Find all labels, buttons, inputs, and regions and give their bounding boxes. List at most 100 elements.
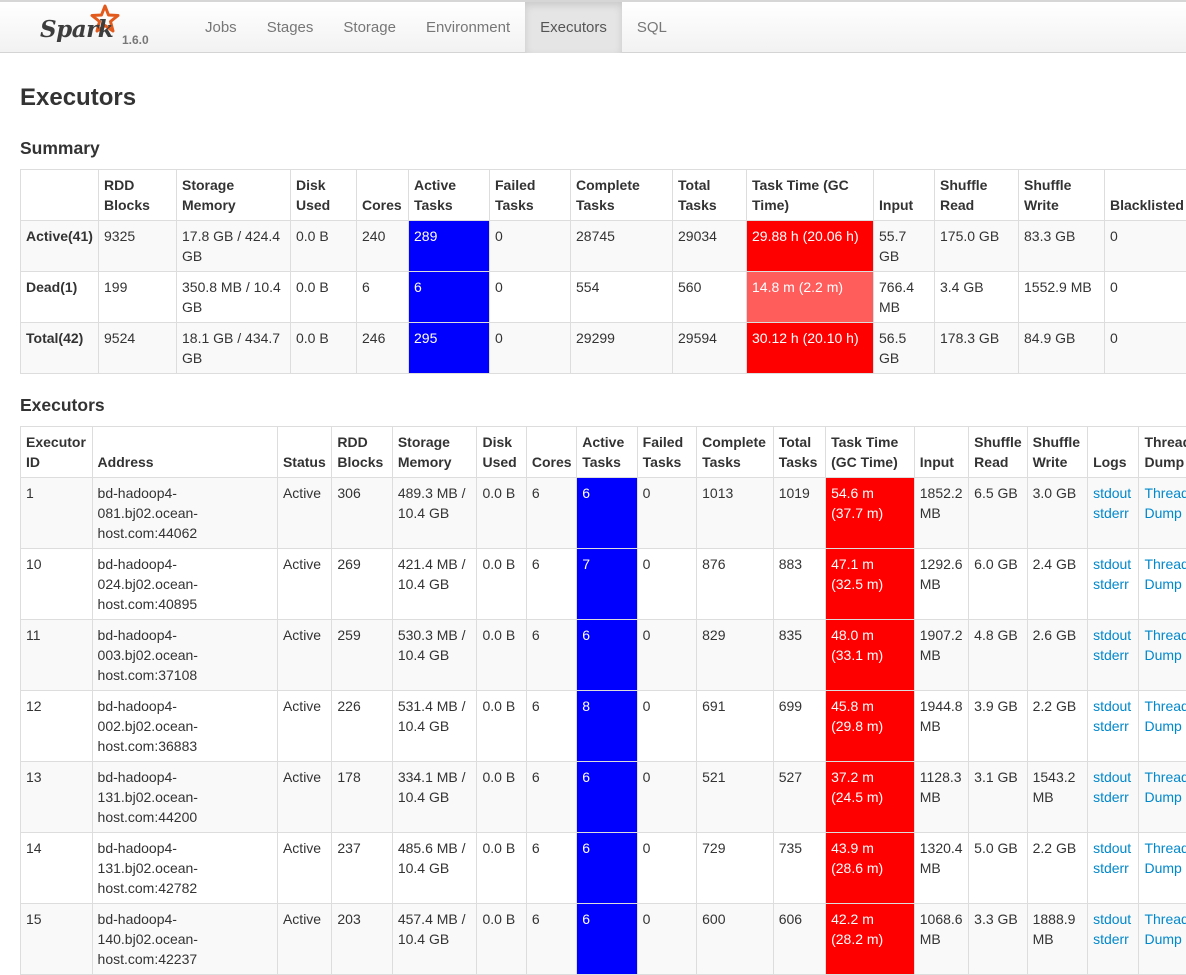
executors-col-header[interactable]: Storage Memory xyxy=(392,427,477,478)
executor-cell-active-tasks: 8 xyxy=(577,691,637,762)
summary-col-header[interactable]: Shuffle Read xyxy=(935,170,1019,221)
thread-dump-link[interactable]: Thread Dump xyxy=(1144,483,1184,523)
summary-header-row: RDD BlocksStorage MemoryDisk UsedCoresAc… xyxy=(21,170,1186,221)
summary-col-header[interactable]: Task Time (GC Time) xyxy=(747,170,874,221)
executor-cell-storage-memory: 489.3 MB / 10.4 GB xyxy=(392,478,477,549)
summary-col-header[interactable]: Storage Memory xyxy=(177,170,291,221)
stderr-link[interactable]: stderr xyxy=(1093,645,1133,665)
stderr-link[interactable]: stderr xyxy=(1093,503,1133,523)
nav-tab-environment[interactable]: Environment xyxy=(411,2,525,53)
executors-col-header[interactable]: Cores xyxy=(526,427,576,478)
executor-cell-id: 15 xyxy=(21,904,93,975)
spark-logo[interactable]: Spark 1.6.0 xyxy=(38,4,158,52)
executor-cell-total-tasks: 699 xyxy=(773,691,825,762)
nav-tab-jobs[interactable]: Jobs xyxy=(190,2,252,53)
nav-tab-storage[interactable]: Storage xyxy=(328,2,411,53)
executor-cell-shuffle-read: 6.0 GB xyxy=(969,549,1027,620)
executor-cell-shuffle-read: 4.8 GB xyxy=(969,620,1027,691)
executor-cell-shuffle-write: 2.4 GB xyxy=(1027,549,1087,620)
nav-tab-sql[interactable]: SQL xyxy=(622,2,682,53)
executors-col-header[interactable]: Input xyxy=(914,427,968,478)
summary-cell-blacklisted: 0 xyxy=(1105,272,1186,323)
stderr-link[interactable]: stderr xyxy=(1093,787,1133,807)
executor-cell-address: bd-hadoop4-024.bj02.ocean-host.com:40895 xyxy=(92,549,277,620)
executors-col-header[interactable]: Task Time (GC Time) xyxy=(826,427,915,478)
summary-col-header[interactable]: Disk Used xyxy=(291,170,357,221)
executors-col-header[interactable]: Status xyxy=(277,427,331,478)
executor-cell-thread-dump: Thread Dump xyxy=(1139,691,1186,762)
executor-cell-failed-tasks: 0 xyxy=(637,762,696,833)
stdout-link[interactable]: stdout xyxy=(1093,909,1133,929)
executors-col-header[interactable]: Shuffle Read xyxy=(969,427,1027,478)
stderr-link[interactable]: stderr xyxy=(1093,716,1133,736)
executor-cell-storage-memory: 531.4 MB / 10.4 GB xyxy=(392,691,477,762)
executor-cell-failed-tasks: 0 xyxy=(637,904,696,975)
stdout-link[interactable]: stdout xyxy=(1093,838,1133,858)
executor-cell-active-tasks: 6 xyxy=(577,478,637,549)
stderr-link[interactable]: stderr xyxy=(1093,574,1133,594)
executors-col-header[interactable]: Disk Used xyxy=(477,427,526,478)
stderr-link[interactable]: stderr xyxy=(1093,929,1133,949)
summary-cell-input: 766.4 MB xyxy=(874,272,935,323)
stdout-link[interactable]: stdout xyxy=(1093,625,1133,645)
executor-cell-input: 1320.4 MB xyxy=(914,833,968,904)
executors-col-header[interactable]: Logs xyxy=(1088,427,1139,478)
summary-col-header[interactable]: Failed Tasks xyxy=(490,170,571,221)
executor-cell-total-tasks: 835 xyxy=(773,620,825,691)
executor-cell-active-tasks: 6 xyxy=(577,762,637,833)
executor-cell-rdd-blocks: 259 xyxy=(332,620,392,691)
summary-col-header[interactable]: Complete Tasks xyxy=(571,170,673,221)
summary-col-header[interactable]: Input xyxy=(874,170,935,221)
thread-dump-link[interactable]: Thread Dump xyxy=(1144,838,1184,878)
thread-dump-link[interactable]: Thread Dump xyxy=(1144,554,1184,594)
executors-col-header[interactable]: Address xyxy=(92,427,277,478)
executors-col-header[interactable]: Complete Tasks xyxy=(697,427,774,478)
executor-cell-shuffle-write: 3.0 GB xyxy=(1027,478,1087,549)
summary-col-header[interactable]: RDD Blocks xyxy=(99,170,177,221)
summary-cell-label: Total(42) xyxy=(21,323,99,374)
executors-col-header[interactable]: RDD Blocks xyxy=(332,427,392,478)
stdout-link[interactable]: stdout xyxy=(1093,696,1133,716)
executor-cell-disk-used: 0.0 B xyxy=(477,762,526,833)
executors-col-header[interactable]: Active Tasks xyxy=(577,427,637,478)
executor-cell-disk-used: 0.0 B xyxy=(477,478,526,549)
summary-col-header[interactable] xyxy=(21,170,99,221)
executors-col-header[interactable]: Failed Tasks xyxy=(637,427,696,478)
executor-cell-failed-tasks: 0 xyxy=(637,833,696,904)
thread-dump-link[interactable]: Thread Dump xyxy=(1144,909,1184,949)
executor-cell-id: 12 xyxy=(21,691,93,762)
summary-cell-rdd-blocks: 9325 xyxy=(99,221,177,272)
executors-col-header[interactable]: Shuffle Write xyxy=(1027,427,1087,478)
executor-cell-cores: 6 xyxy=(526,833,576,904)
executor-cell-cores: 6 xyxy=(526,762,576,833)
thread-dump-link[interactable]: Thread Dump xyxy=(1144,696,1184,736)
thread-dump-link[interactable]: Thread Dump xyxy=(1144,625,1184,665)
summary-col-header[interactable]: Active Tasks xyxy=(409,170,490,221)
executor-cell-complete-tasks: 691 xyxy=(697,691,774,762)
executors-col-header[interactable]: Executor ID xyxy=(21,427,93,478)
executor-cell-logs: stdoutstderr xyxy=(1088,762,1139,833)
summary-cell-failed-tasks: 0 xyxy=(490,272,571,323)
nav-tab-stages[interactable]: Stages xyxy=(252,2,329,53)
executor-cell-cores: 6 xyxy=(526,620,576,691)
executor-cell-storage-memory: 421.4 MB / 10.4 GB xyxy=(392,549,477,620)
summary-cell-complete-tasks: 554 xyxy=(571,272,673,323)
nav-tab-executors[interactable]: Executors xyxy=(525,2,622,53)
summary-col-header[interactable]: Blacklisted xyxy=(1105,170,1186,221)
stderr-link[interactable]: stderr xyxy=(1093,858,1133,878)
top-navbar: Spark 1.6.0 JobsStagesStorageEnvironment… xyxy=(0,0,1186,53)
summary-cell-storage-memory: 17.8 GB / 424.4 GB xyxy=(177,221,291,272)
executor-cell-shuffle-read: 6.5 GB xyxy=(969,478,1027,549)
summary-cell-task-time: 30.12 h (20.10 h) xyxy=(747,323,874,374)
summary-col-header[interactable]: Shuffle Write xyxy=(1019,170,1105,221)
stdout-link[interactable]: stdout xyxy=(1093,767,1133,787)
stdout-link[interactable]: stdout xyxy=(1093,483,1133,503)
summary-col-header[interactable]: Total Tasks xyxy=(673,170,747,221)
summary-col-header[interactable]: Cores xyxy=(357,170,409,221)
summary-cell-shuffle-write: 84.9 GB xyxy=(1019,323,1105,374)
stdout-link[interactable]: stdout xyxy=(1093,554,1133,574)
executor-cell-total-tasks: 735 xyxy=(773,833,825,904)
executors-col-header[interactable]: Thread Dump xyxy=(1139,427,1186,478)
thread-dump-link[interactable]: Thread Dump xyxy=(1144,767,1184,807)
executors-col-header[interactable]: Total Tasks xyxy=(773,427,825,478)
